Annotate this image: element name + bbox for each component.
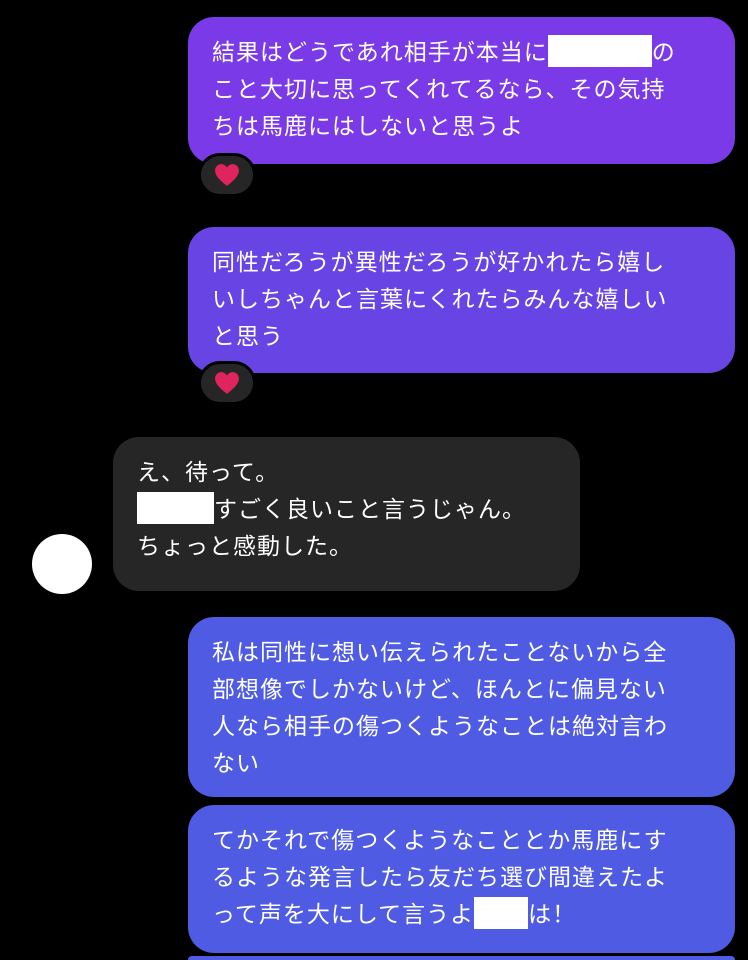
message-line: こと大切に思ってくれてるなら、その気持 bbox=[212, 77, 666, 103]
message-bubble-sent[interactable]: てかそれで傷つくようなこととか馬鹿にす るような発言したら友だち選び間違えたよ … bbox=[188, 805, 735, 953]
message-bubble-received[interactable]: え、待って。 すごく良いこと言うじゃん。 ちょっと感動した。 bbox=[113, 437, 580, 591]
message-bubble-sent[interactable]: 結果はどうであれ相手が本当にの こと大切に思ってくれてるなら、その気持 ちは馬鹿… bbox=[188, 17, 735, 164]
message-line: と思う bbox=[212, 324, 284, 350]
message-line: 私は同性に想い伝えられたことないから全 bbox=[212, 640, 668, 666]
message-line: 同性だろうが異性だろうが好かれたら嬉し bbox=[212, 250, 666, 276]
message-line: え、待って。 bbox=[137, 460, 280, 486]
message-line: てかそれで傷つくようなこととか馬鹿にす bbox=[212, 828, 668, 854]
redacted-name bbox=[137, 492, 214, 524]
message-line: すごく良いこと言うじゃん。 bbox=[137, 492, 556, 529]
message-line: いしちゃんと言葉にくれたらみんな嬉しい bbox=[212, 287, 668, 313]
message-line: 結果はどうであれ相手が本当にの bbox=[212, 35, 711, 72]
message-line: るような発言したら友だち選び間違えたよ bbox=[212, 865, 668, 891]
message-line: 人なら相手の傷つくようなことは絶対言わ bbox=[212, 714, 668, 740]
avatar[interactable] bbox=[32, 534, 92, 594]
reaction-badge[interactable] bbox=[198, 153, 256, 197]
redacted-name bbox=[474, 897, 529, 929]
message-bubble-sent-partial[interactable] bbox=[188, 956, 735, 960]
message-line: 部想像でしかないけど、ほんとに偏見ない bbox=[212, 677, 667, 703]
message-line: ちは馬鹿にはしないと思うよ bbox=[212, 114, 524, 140]
message-line: ない bbox=[212, 751, 260, 777]
message-line: って声を大にして言うよ は！ bbox=[212, 897, 711, 934]
message-line: ちょっと感動した。 bbox=[137, 534, 353, 560]
redacted-name bbox=[547, 35, 652, 67]
heart-icon bbox=[215, 164, 239, 186]
reaction-badge[interactable] bbox=[198, 361, 256, 405]
heart-icon bbox=[215, 372, 239, 394]
message-bubble-sent[interactable]: 私は同性に想い伝えられたことないから全 部想像でしかないけど、ほんとに偏見ない … bbox=[188, 617, 735, 797]
message-bubble-sent[interactable]: 同性だろうが異性だろうが好かれたら嬉し いしちゃんと言葉にくれたらみんな嬉しい … bbox=[188, 227, 735, 373]
